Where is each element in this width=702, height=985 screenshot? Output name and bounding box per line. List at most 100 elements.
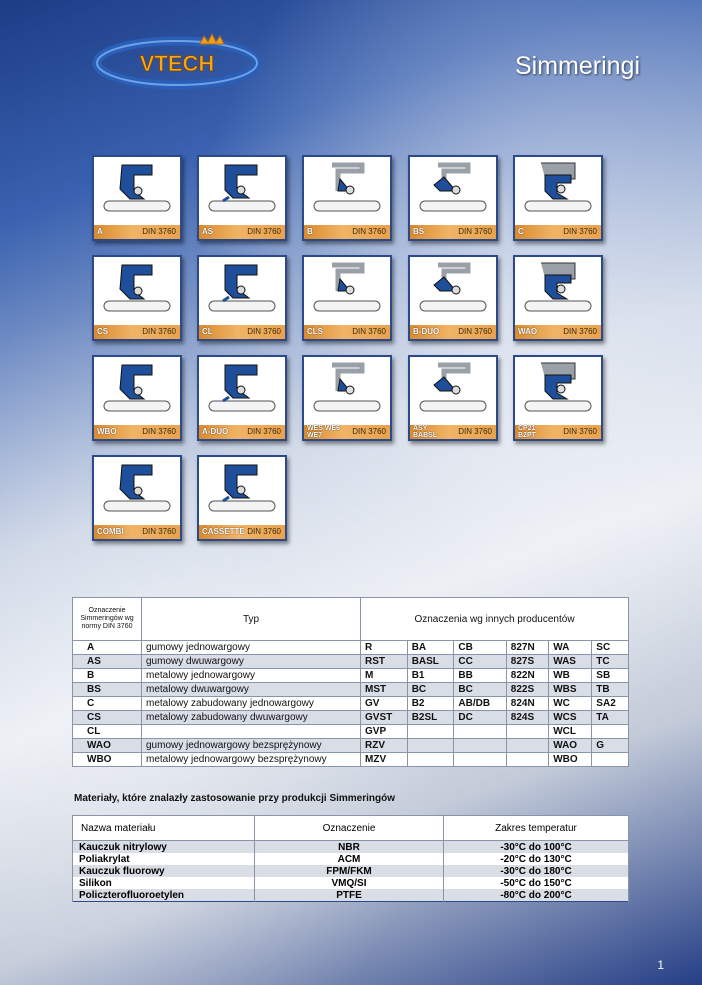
producer-cell: B2SL	[406, 710, 455, 725]
table-header-row: Oznaczenie Simmeringów wg normy DIN 3760…	[72, 597, 629, 641]
producer-cell: GVP	[360, 724, 408, 739]
producer-cell: TA	[591, 710, 629, 725]
tile-code: ASY BABSL	[413, 425, 438, 439]
seal-cross-section-icon	[313, 262, 381, 312]
header-din-code: Oznaczenie Simmeringów wg normy DIN 3760	[72, 597, 142, 641]
producer-cell	[406, 752, 455, 767]
seal-tile: WES WE6 WE7 DIN 3760	[302, 355, 392, 441]
producer-cell	[591, 752, 629, 767]
table-row: Kauczuk nitrylowy NBR -30°C do 100°C	[72, 840, 629, 853]
table-row: Poliakrylat ACM -20°C do 130°C	[72, 853, 629, 865]
seal-designation-table: Oznaczenie Simmeringów wg normy DIN 3760…	[72, 597, 629, 767]
tile-code: WAO	[518, 327, 538, 336]
producer-cell: BC	[453, 682, 507, 697]
tile-din: DIN 3760	[458, 227, 492, 236]
tile-code: WBO	[97, 427, 117, 436]
tile-caption: CASSETTE DIN 3760	[199, 525, 285, 539]
producer-cell: SB	[591, 668, 629, 683]
temperature-cell: -80°C do 200°C	[443, 889, 629, 902]
producer-cell: BASL	[406, 654, 455, 669]
tile-code: WES WE6 WE7	[307, 425, 341, 439]
producer-cell: WAO	[548, 738, 593, 753]
material-name-cell: Kauczuk fluorowy	[72, 865, 255, 877]
material-name-cell: Kauczuk nitrylowy	[72, 840, 255, 853]
table-row: CS metalowy zabudowany dwuwargowy GVST B2SL…	[72, 710, 629, 725]
tile-caption: A-DUO DIN 3760	[199, 425, 285, 439]
din-code-cell: AS	[72, 654, 142, 669]
table-row: Bmetalowy jednowargowy M B1 BB 822N WB SB	[72, 668, 629, 683]
tile-din: DIN 3760	[563, 327, 597, 336]
table-row: Policzterofluoroetylen PTFE -80°C do 200°C	[72, 889, 629, 902]
table-row: Silikon VMQ/SI -50°C do 150°C	[72, 877, 629, 889]
tile-din: DIN 3760	[352, 427, 386, 436]
tile-din: DIN 3760	[458, 327, 492, 336]
producer-cell: B2	[406, 696, 455, 711]
producer-cell: WB	[548, 668, 593, 683]
seal-tile: CL DIN 3760	[197, 255, 287, 341]
tile-caption: C DIN 3760	[515, 225, 601, 239]
tile-din: DIN 3760	[352, 227, 386, 236]
table-header-row: Nazwa materiału Oznaczenie Zakres temper…	[72, 815, 629, 841]
seal-cross-section-icon	[208, 364, 276, 412]
vtech-logo: VTECH	[92, 32, 262, 90]
seal-cross-section-icon	[313, 162, 381, 212]
seal-cross-section-icon	[419, 362, 487, 412]
material-code-cell: FPM/FKM	[254, 865, 444, 877]
producer-cell: WC	[548, 696, 593, 711]
page-number: 1	[657, 958, 664, 972]
tile-caption: ASY BABSL DIN 3760	[410, 425, 496, 439]
tile-din: DIN 3760	[247, 227, 281, 236]
tile-caption: WAO DIN 3760	[515, 325, 601, 339]
tile-din: DIN 3760	[142, 527, 176, 536]
producer-cell: BC	[406, 682, 455, 697]
tile-din: DIN 3760	[352, 327, 386, 336]
type-cell: metalowy dwuwargowy	[141, 682, 361, 697]
tile-din: DIN 3760	[142, 427, 176, 436]
header-temperature: Zakres temperatur	[443, 815, 629, 841]
tile-din: DIN 3760	[458, 427, 492, 436]
producer-cell: M	[360, 668, 408, 683]
seal-tile: C DIN 3760	[513, 155, 603, 241]
din-code-cell: CS	[72, 710, 142, 725]
seal-cross-section-icon	[524, 362, 592, 412]
producer-cell: MST	[360, 682, 408, 697]
tile-caption: B-DUO DIN 3760	[410, 325, 496, 339]
seal-cross-section-icon	[419, 262, 487, 312]
producer-cell: WA	[548, 640, 593, 655]
producer-cell: WCS	[548, 710, 593, 725]
type-cell: metalowy zabudowany jednowargowy	[141, 696, 361, 711]
type-cell: metalowy jednowargowy	[141, 668, 361, 683]
seal-tile: B-DUO DIN 3760	[408, 255, 498, 341]
header-other-producers: Oznaczenia wg innych producentów	[360, 597, 629, 641]
producer-cell: R	[360, 640, 408, 655]
tile-caption: WES WE6 WE7 DIN 3760	[304, 425, 390, 439]
producer-cell	[505, 738, 550, 753]
tile-code: CLS	[307, 327, 323, 336]
tile-code: CL	[202, 327, 213, 336]
producer-cell	[453, 738, 507, 753]
table-row: CL GVP WCL	[72, 724, 629, 739]
producer-cell	[453, 724, 507, 739]
producer-cell: CC	[453, 654, 507, 669]
producer-cell: CB	[453, 640, 507, 655]
tile-code: B	[307, 227, 313, 236]
producer-cell	[406, 738, 455, 753]
producer-cell: 824N	[505, 696, 550, 711]
producer-cell: 822N	[505, 668, 550, 683]
header-material-code: Oznaczenie	[254, 815, 444, 841]
material-name-cell: Silikon	[72, 877, 255, 889]
producer-cell	[505, 724, 550, 739]
producer-cell: WCL	[548, 724, 593, 739]
tile-caption: BS DIN 3760	[410, 225, 496, 239]
producer-cell: WBS	[548, 682, 593, 697]
din-code-cell: WAO	[72, 738, 142, 753]
type-cell	[141, 724, 361, 739]
tile-code: CP21 B2PT	[518, 425, 536, 439]
seal-tile: COMBI DIN 3760	[92, 455, 182, 541]
seal-tile: A DIN 3760	[92, 155, 182, 241]
seal-tile: CLS DIN 3760	[302, 255, 392, 341]
producer-cell: TB	[591, 682, 629, 697]
tile-code: BS	[413, 227, 425, 236]
table-row: Agumowy jednowargowy R BA CB 827N WA SC	[72, 640, 629, 655]
temperature-cell: -20°C do 130°C	[443, 853, 629, 865]
